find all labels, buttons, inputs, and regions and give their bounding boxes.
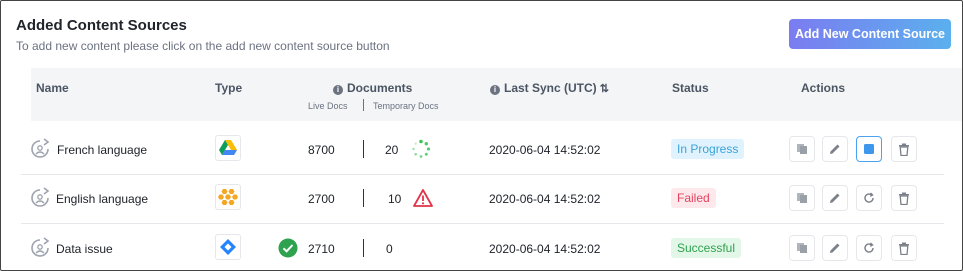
- source-name: French language: [57, 143, 148, 157]
- delete-button[interactable]: [891, 235, 917, 261]
- jira-icon: [215, 234, 241, 260]
- retry-button[interactable]: [856, 235, 882, 261]
- edit-button[interactable]: [822, 235, 848, 261]
- temporary-docs-count: 0: [386, 242, 393, 256]
- live-docs-count: 8700: [308, 143, 335, 157]
- refresh-icon: [864, 242, 874, 253]
- docs-divider: [363, 239, 364, 257]
- table-row: Data issue 2710 0 2020-06-04 14:52:02 Su…: [21, 224, 944, 270]
- last-sync-time: 2020-06-04 14:52:02: [489, 192, 601, 206]
- copy-button[interactable]: [789, 235, 815, 261]
- refresh-icon: [864, 192, 874, 203]
- column-header-live-docs: Live Docs: [308, 101, 348, 111]
- source-name: English language: [56, 192, 149, 206]
- stop-icon: [864, 144, 874, 154]
- status-badge: Failed: [671, 188, 716, 208]
- sync-source-icon: [31, 138, 50, 158]
- page-subtitle: To add new content please click on the a…: [16, 39, 390, 53]
- success-check-icon: [278, 238, 298, 258]
- docs-divider: [363, 140, 364, 158]
- delete-button[interactable]: [891, 185, 917, 211]
- sync-source-icon: [31, 187, 50, 207]
- copy-button[interactable]: [789, 185, 815, 211]
- warning-triangle-icon: [413, 189, 433, 207]
- google-drive-icon: [215, 135, 241, 161]
- live-docs-count: 2700: [308, 192, 335, 206]
- retry-button[interactable]: [856, 185, 882, 211]
- status-badge: Successful: [671, 238, 742, 258]
- info-icon: i: [333, 85, 343, 95]
- pencil-icon: [830, 243, 840, 253]
- pencil-icon: [830, 193, 840, 203]
- trash-icon: [899, 143, 909, 156]
- trash-icon: [899, 242, 909, 255]
- column-header-last-sync[interactable]: i Last Sync (UTC) ⇅: [490, 81, 609, 95]
- source-name: Data issue: [56, 242, 113, 256]
- column-header-name: Name: [36, 81, 69, 95]
- column-header-actions: Actions: [801, 81, 846, 95]
- copy-icon: [797, 144, 807, 154]
- add-new-content-source-button[interactable]: Add New Content Source: [789, 19, 951, 49]
- loading-spinner-icon: [412, 139, 431, 158]
- column-header-temporary-docs: Temporary Docs: [373, 101, 439, 111]
- temporary-docs-count: 10: [388, 192, 402, 206]
- content-sources-panel: Added Content Sources To add new content…: [0, 0, 963, 271]
- copy-icon: [797, 243, 807, 253]
- table-header: Name Type i Documents Live Docs Temporary…: [31, 68, 962, 121]
- info-icon: i: [490, 85, 500, 95]
- page-title: Added Content Sources: [16, 17, 187, 34]
- last-sync-time: 2020-06-04 14:52:02: [489, 242, 601, 256]
- stop-button[interactable]: [856, 136, 882, 162]
- documents-label: Documents: [347, 81, 413, 95]
- last-sync-time: 2020-06-04 14:52:02: [489, 143, 601, 157]
- docs-divider: [363, 189, 364, 207]
- trash-icon: [899, 192, 909, 205]
- edit-button[interactable]: [822, 185, 848, 211]
- live-docs-count: 2710: [308, 242, 335, 256]
- temporary-docs-count: 20: [385, 143, 399, 157]
- table-row: French language 8700 20 2020-06-04 14:52…: [21, 125, 944, 175]
- delete-button[interactable]: [891, 136, 917, 162]
- copy-icon: [797, 193, 807, 203]
- edit-button[interactable]: [822, 136, 848, 162]
- column-header-type: Type: [215, 81, 243, 95]
- sync-source-icon: [31, 237, 50, 257]
- table-row: English language 2700 10 2020-06-04 14:5…: [21, 174, 944, 224]
- pencil-icon: [830, 144, 840, 154]
- column-header-documents: i Documents: [333, 81, 412, 95]
- sort-icon[interactable]: ⇅: [600, 82, 609, 95]
- subheader-divider: [363, 99, 364, 111]
- status-badge: In Progress: [671, 139, 745, 159]
- column-header-status: Status: [672, 81, 709, 95]
- mailchimp-honeycomb-icon: [215, 184, 241, 210]
- copy-button[interactable]: [789, 136, 815, 162]
- last-sync-label: Last Sync (UTC): [504, 81, 597, 95]
